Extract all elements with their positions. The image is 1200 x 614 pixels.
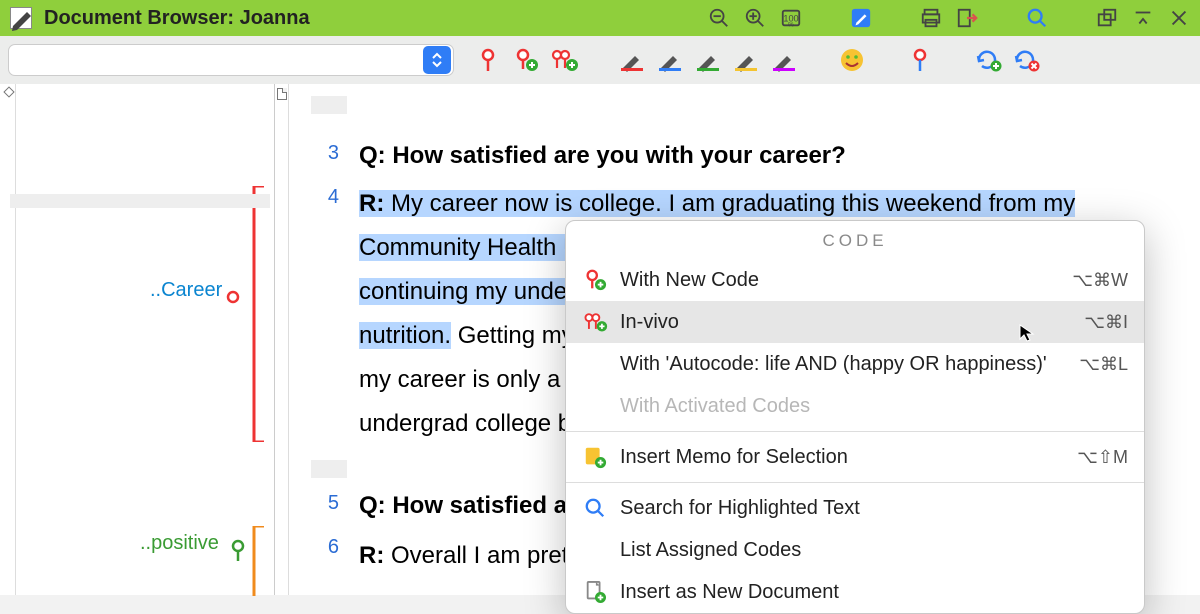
reset-zoom-icon[interactable]: 100% xyxy=(780,7,802,29)
emoji-icon[interactable] xyxy=(836,44,868,76)
code-circle-career-icon[interactable] xyxy=(225,289,241,305)
export-icon[interactable] xyxy=(956,7,978,29)
toolbar xyxy=(0,36,1200,84)
pin-column xyxy=(2,84,16,595)
code-bracket-positive xyxy=(252,526,266,595)
paragraph-number: 3 xyxy=(299,142,339,165)
code-stripe-gutter: ..Career ..positive xyxy=(0,84,275,595)
selection-beam xyxy=(10,194,270,208)
menu-item-with-new-code[interactable]: With New Code ⌥⌘W xyxy=(566,259,1144,301)
print-icon[interactable] xyxy=(920,7,942,29)
window-title: Document Browser: Joanna xyxy=(40,7,700,30)
menu-item-insert-new-document[interactable]: Insert as New Document xyxy=(566,571,1144,613)
code-pin-positive-icon[interactable] xyxy=(229,539,247,563)
code-add-icon[interactable] xyxy=(510,44,542,76)
highlighter-red-icon[interactable] xyxy=(616,44,648,76)
menu-item-list-assigned-codes[interactable]: List Assigned Codes xyxy=(566,529,1144,571)
question-1: Q: How satisfied are you with your caree… xyxy=(359,142,1180,170)
code-add-icon xyxy=(582,267,608,293)
svg-text:%: % xyxy=(788,21,794,28)
minimize-icon[interactable] xyxy=(1132,7,1154,29)
search-icon[interactable] xyxy=(1026,7,1048,29)
page-column xyxy=(275,84,289,595)
paragraph-number: 4 xyxy=(299,186,339,209)
zoom-out-icon[interactable] xyxy=(708,7,730,29)
zoom-in-icon[interactable] xyxy=(744,7,766,29)
menu-item-with-activated-codes: With Activated Codes xyxy=(566,385,1144,427)
detach-window-icon[interactable] xyxy=(1096,7,1118,29)
code-label-positive[interactable]: ..positive xyxy=(140,532,219,555)
highlighter-yellow-icon[interactable] xyxy=(730,44,762,76)
code-invivo-icon xyxy=(582,309,608,335)
refresh-add-icon[interactable] xyxy=(972,44,1004,76)
code-bracket-career xyxy=(252,186,266,442)
search-icon xyxy=(582,495,608,521)
highlighter-blue-icon[interactable] xyxy=(654,44,686,76)
highlighter-magenta-icon[interactable] xyxy=(768,44,800,76)
search-input[interactable] xyxy=(9,52,421,68)
search-field[interactable] xyxy=(8,44,454,76)
ruler-mark xyxy=(311,96,347,114)
document-edit-icon xyxy=(10,7,32,29)
menu-item-in-vivo[interactable]: In-vivo ⌥⌘I xyxy=(566,301,1144,343)
search-dropdown-button[interactable] xyxy=(423,46,451,74)
code-invivo-icon[interactable] xyxy=(548,44,580,76)
page-flag-icon[interactable] xyxy=(277,88,287,100)
titlebar: Document Browser: Joanna 100% xyxy=(0,0,1200,36)
menu-item-insert-memo[interactable]: Insert Memo for Selection ⌥⇧M xyxy=(566,436,1144,478)
close-icon[interactable] xyxy=(1168,7,1190,29)
new-document-icon xyxy=(582,579,608,605)
ruler-mark xyxy=(311,460,347,478)
code-pin-outline-icon[interactable] xyxy=(904,44,936,76)
context-menu: CODE With New Code ⌥⌘W In-vivo ⌥⌘I With … xyxy=(565,220,1145,614)
refresh-remove-icon[interactable] xyxy=(1010,44,1042,76)
paragraph-number: 6 xyxy=(299,536,339,559)
context-menu-header: CODE xyxy=(566,221,1144,259)
menu-item-search-highlighted[interactable]: Search for Highlighted Text xyxy=(566,487,1144,529)
pin-marker-icon[interactable] xyxy=(3,86,14,97)
paragraph-number: 5 xyxy=(299,492,339,515)
memo-add-icon xyxy=(582,444,608,470)
edit-mode-icon[interactable] xyxy=(850,7,872,29)
code-pin-red-icon[interactable] xyxy=(472,44,504,76)
highlighter-green-icon[interactable] xyxy=(692,44,724,76)
code-label-career[interactable]: ..Career xyxy=(150,279,222,302)
menu-item-with-autocode[interactable]: With 'Autocode: life AND (happy OR happi… xyxy=(566,343,1144,385)
